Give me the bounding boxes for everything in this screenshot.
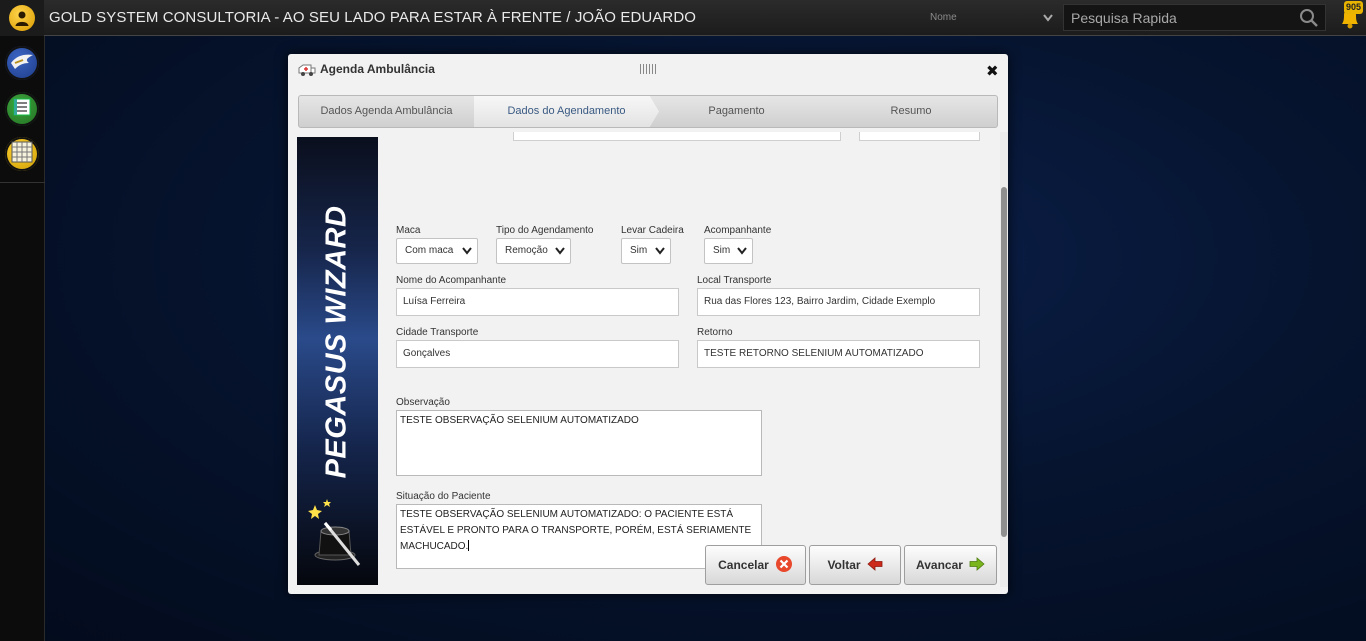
local-transporte-input[interactable]: Rua das Flores 123, Bairro Jardim, Cidad…: [697, 288, 980, 316]
nome-acompanhante-input[interactable]: Luísa Ferreira: [396, 288, 679, 316]
wizard-steps: Dados Agenda Ambulância Dados do Agendam…: [298, 95, 998, 128]
situacao-paciente-text: TESTE OBSERVAÇÃO SELENIUM AUTOMATIZADO: …: [400, 509, 752, 552]
tipo-agendamento-select[interactable]: Remoção: [496, 238, 571, 264]
search-filter-select[interactable]: Nome: [926, 5, 1058, 31]
sidebar-item-calendar[interactable]: [5, 137, 39, 171]
scrollbar-thumb[interactable]: [1001, 187, 1007, 537]
user-menu[interactable]: [0, 0, 44, 36]
search-input[interactable]: [1064, 5, 1294, 30]
top-bar: GOLD SYSTEM CONSULTORIA - AO SEU LADO PA…: [0, 0, 1366, 36]
chevron-down-icon: [1042, 5, 1054, 40]
chevron-down-icon: [462, 239, 472, 273]
arrow-left-icon: [866, 556, 883, 574]
dialog-header[interactable]: Agenda Ambulância ✖: [288, 54, 1008, 88]
calendar-grid-icon: [11, 141, 33, 167]
text-cursor: [468, 540, 470, 551]
sidebar-divider: [0, 182, 45, 183]
form-scrollbar[interactable]: [1000, 132, 1008, 587]
magic-hat-icon: [305, 497, 369, 573]
sidebar-item-list[interactable]: [5, 92, 39, 126]
cidade-transporte-label: Cidade Transporte: [396, 327, 479, 338]
next-button[interactable]: Avancar: [904, 545, 997, 585]
search-icon[interactable]: [1299, 8, 1319, 32]
sidebar-item-wing[interactable]: [5, 46, 39, 80]
cancel-button-label: Cancelar: [718, 558, 769, 572]
user-icon[interactable]: [9, 5, 35, 31]
drag-handle-icon[interactable]: [640, 64, 656, 74]
wizard-form: Maca Com maca Tipo do Agendamento Remoçã…: [384, 132, 1000, 587]
previous-field-bottom-2: [859, 132, 980, 141]
step-pagamento[interactable]: Pagamento: [659, 96, 814, 127]
left-sidebar: [0, 36, 45, 641]
next-button-label: Avancar: [916, 558, 963, 572]
chevron-down-icon: [737, 239, 747, 273]
retorno-label: Retorno: [697, 327, 733, 338]
step-dados-agenda[interactable]: Dados Agenda Ambulância: [299, 96, 474, 127]
situacao-paciente-label: Situação do Paciente: [396, 491, 491, 502]
search-filter-value: Nome: [930, 12, 957, 23]
search-box: [1063, 4, 1326, 31]
close-icon[interactable]: ✖: [986, 62, 999, 80]
chevron-down-icon: [555, 239, 565, 273]
banner-title: PEGASUS WIZARD: [320, 205, 353, 479]
app-title: GOLD SYSTEM CONSULTORIA - AO SEU LADO PA…: [49, 9, 697, 26]
retorno-input[interactable]: TESTE RETORNO SELENIUM AUTOMATIZADO: [697, 340, 980, 368]
wizard-banner: PEGASUS WIZARD: [297, 137, 378, 585]
tipo-agendamento-label: Tipo do Agendamento: [496, 225, 594, 236]
step-dados-agendamento[interactable]: Dados do Agendamento: [474, 96, 659, 127]
acompanhante-select[interactable]: Sim: [704, 238, 753, 264]
chevron-down-icon: [655, 239, 665, 273]
tipo-agendamento-value: Remoção: [505, 245, 548, 256]
step-resumo[interactable]: Resumo: [814, 96, 997, 127]
acompanhante-label: Acompanhante: [704, 225, 772, 236]
agenda-ambulancia-dialog: Agenda Ambulância ✖ Dados Agenda Ambulân…: [288, 54, 1008, 594]
back-button[interactable]: Voltar: [809, 545, 901, 585]
maca-select[interactable]: Com maca: [396, 238, 478, 264]
acompanhante-value: Sim: [713, 245, 731, 256]
list-icon: [12, 97, 32, 121]
cidade-transporte-input[interactable]: Gonçalves: [396, 340, 679, 368]
ambulance-icon: [298, 62, 316, 82]
observacao-label: Observação: [396, 397, 450, 408]
cancel-button[interactable]: Cancelar: [705, 545, 806, 585]
maca-label: Maca: [396, 225, 421, 236]
nome-acompanhante-label: Nome do Acompanhante: [396, 275, 507, 286]
local-transporte-label: Local Transporte: [697, 275, 772, 286]
back-button-label: Voltar: [827, 558, 861, 572]
cancel-x-icon: [775, 555, 793, 576]
maca-value: Com maca: [405, 245, 454, 256]
dialog-title: Agenda Ambulância: [320, 62, 435, 76]
arrow-right-icon: [969, 556, 985, 574]
previous-field-bottom: [513, 132, 841, 141]
observacao-textarea[interactable]: TESTE OBSERVAÇÃO SELENIUM AUTOMATIZADO: [396, 410, 762, 476]
levar-cadeira-label: Levar Cadeira: [621, 225, 684, 236]
notification-badge: 905: [1344, 1, 1364, 14]
levar-cadeira-value: Sim: [630, 245, 648, 256]
wing-icon: [9, 51, 35, 75]
levar-cadeira-select[interactable]: Sim: [621, 238, 671, 264]
